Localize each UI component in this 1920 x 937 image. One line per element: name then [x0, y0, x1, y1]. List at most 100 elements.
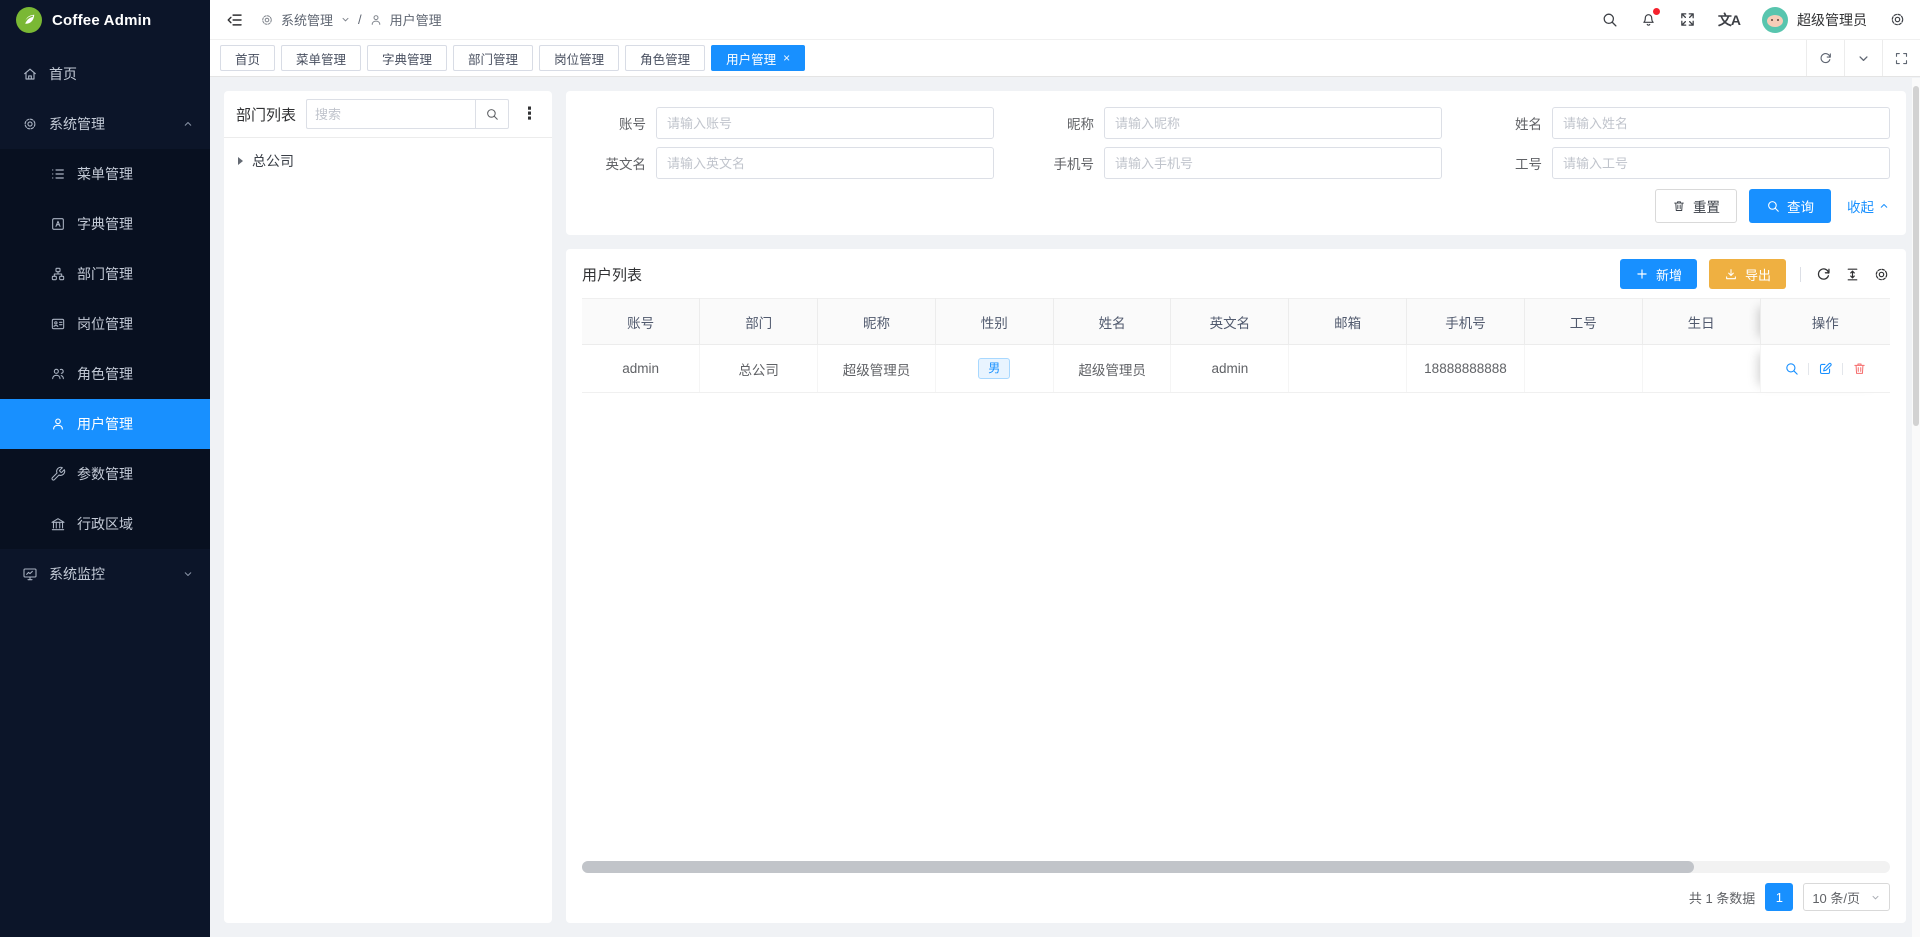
name-input[interactable]	[1552, 107, 1890, 139]
english-name-input[interactable]	[656, 147, 994, 179]
sidebar-item-param-management[interactable]: 参数管理	[0, 449, 210, 499]
toolbar-divider	[1800, 267, 1801, 282]
chevron-down-icon[interactable]	[340, 14, 351, 25]
tab-role-management[interactable]: 角色管理	[625, 45, 705, 71]
column-header-birthday: 生日	[1642, 299, 1760, 345]
sidebar-item-menu-management[interactable]: 菜单管理	[0, 149, 210, 199]
page-size-select[interactable]: 10 条/页	[1803, 883, 1890, 911]
department-search	[306, 99, 509, 129]
cell-nickname: 超级管理员	[818, 345, 936, 393]
sidebar-item-system-monitor[interactable]: 系统监控	[0, 549, 210, 599]
row-actions	[1761, 361, 1891, 376]
tab-dict-management[interactable]: 字典管理	[367, 45, 447, 71]
column-header-job-number: 工号	[1524, 299, 1642, 345]
main-area: 系统管理 / 用户管理 文A 超级管理员	[210, 0, 1920, 937]
collapse-filters-link[interactable]: 收起	[1847, 196, 1890, 216]
field-label: 姓名	[1478, 113, 1542, 133]
sidebar-item-role-management[interactable]: 角色管理	[0, 349, 210, 399]
settings-gear-icon[interactable]	[1889, 11, 1906, 28]
reset-button[interactable]: 重置	[1655, 189, 1737, 223]
phone-input[interactable]	[1104, 147, 1442, 179]
field-account: 账号	[582, 107, 994, 139]
sidebar-item-admin-region[interactable]: 行政区域	[0, 499, 210, 549]
vertical-scrollbar[interactable]	[1912, 78, 1920, 937]
account-input[interactable]	[656, 107, 994, 139]
list-icon	[50, 166, 66, 182]
topbar: 系统管理 / 用户管理 文A 超级管理员	[210, 0, 1920, 40]
sidebar-item-label: 系统管理	[49, 114, 171, 134]
cell-email	[1289, 345, 1407, 393]
query-label: 查询	[1787, 196, 1814, 216]
department-panel: 部门列表 ⋮ 总公司	[224, 91, 552, 923]
refresh-icon[interactable]	[1815, 266, 1832, 283]
export-button[interactable]: 导出	[1709, 259, 1786, 289]
query-button[interactable]: 查询	[1749, 189, 1831, 223]
view-magnifier-icon[interactable]	[1784, 361, 1799, 376]
maximize-content-button[interactable]	[1882, 40, 1920, 76]
edit-pencil-icon[interactable]	[1818, 361, 1833, 376]
column-settings-gear-icon[interactable]	[1873, 266, 1890, 283]
search-icon	[1766, 199, 1780, 213]
close-icon[interactable]: ×	[783, 52, 790, 64]
sidebar-item-label: 系统监控	[49, 564, 171, 584]
field-label: 英文名	[582, 153, 646, 173]
sidebar-item-user-management[interactable]: 用户管理	[0, 399, 210, 449]
more-vertical-icon[interactable]: ⋮	[519, 104, 540, 124]
job-number-input[interactable]	[1552, 147, 1890, 179]
user-menu[interactable]: 超级管理员	[1762, 7, 1867, 33]
delete-trash-icon[interactable]	[1852, 361, 1867, 376]
department-search-input[interactable]	[306, 99, 475, 129]
filter-actions: 重置 查询 收起	[582, 189, 1890, 223]
cell-actions	[1760, 345, 1890, 393]
bank-icon	[50, 516, 66, 532]
sidebar-item-label: 角色管理	[77, 364, 194, 384]
tab-menu-management[interactable]: 菜单管理	[281, 45, 361, 71]
users-icon	[50, 366, 66, 382]
tab-options-button[interactable]	[1844, 40, 1882, 76]
filter-grid: 账号 昵称 姓名 英文名	[582, 107, 1890, 179]
refresh-tab-button[interactable]	[1806, 40, 1844, 76]
tab-label: 菜单管理	[296, 49, 346, 68]
sidebar-item-dept-management[interactable]: 部门管理	[0, 249, 210, 299]
field-label: 昵称	[1030, 113, 1094, 133]
sidebar-item-dict-management[interactable]: 字典管理	[0, 199, 210, 249]
breadcrumb-level1[interactable]: 系统管理	[281, 10, 333, 29]
caret-right-icon[interactable]	[238, 157, 243, 165]
action-divider	[1842, 363, 1843, 375]
sidebar-item-post-management[interactable]: 岗位管理	[0, 299, 210, 349]
tab-post-management[interactable]: 岗位管理	[539, 45, 619, 71]
notifications-button[interactable]	[1640, 11, 1657, 28]
id-card-icon	[50, 316, 66, 332]
field-name: 姓名	[1478, 107, 1890, 139]
sidebar-fold-icon[interactable]	[226, 11, 244, 29]
tree-node-root[interactable]: 总公司	[238, 151, 538, 171]
table-toolbar: 新增 导出	[1620, 259, 1890, 289]
tab-user-management[interactable]: 用户管理 ×	[711, 45, 805, 71]
sidebar-item-home[interactable]: 首页	[0, 49, 210, 99]
gear-icon	[260, 13, 274, 27]
chevron-down-icon	[1870, 892, 1881, 903]
tab-dept-management[interactable]: 部门管理	[453, 45, 533, 71]
horizontal-scrollbar-thumb[interactable]	[582, 861, 1694, 873]
column-header-english-name: 英文名	[1171, 299, 1289, 345]
vertical-scrollbar-thumb[interactable]	[1913, 86, 1919, 426]
field-english-name: 英文名	[582, 147, 994, 179]
tab-home[interactable]: 首页	[220, 45, 275, 71]
add-user-button[interactable]: 新增	[1620, 259, 1697, 289]
translate-icon[interactable]: 文A	[1718, 10, 1740, 30]
search-icon[interactable]	[1601, 11, 1618, 28]
department-search-button[interactable]	[475, 99, 509, 129]
horizontal-scrollbar[interactable]	[582, 861, 1890, 873]
field-label: 工号	[1478, 153, 1542, 173]
department-tree: 总公司	[224, 138, 552, 184]
table-zone: 账号 部门 昵称 性别 姓名 英文名 邮箱 手机号 工号 生日	[566, 298, 1906, 873]
nickname-input[interactable]	[1104, 107, 1442, 139]
sidebar-item-label: 用户管理	[77, 414, 194, 434]
filter-panel: 账号 昵称 姓名 英文名	[566, 91, 1906, 235]
fullscreen-icon[interactable]	[1679, 11, 1696, 28]
sidebar-item-label: 字典管理	[77, 214, 194, 234]
page-button-1[interactable]: 1	[1765, 883, 1793, 911]
row-density-icon[interactable]	[1844, 266, 1861, 283]
download-icon	[1724, 267, 1738, 281]
sidebar-item-system-management[interactable]: 系统管理	[0, 99, 210, 149]
